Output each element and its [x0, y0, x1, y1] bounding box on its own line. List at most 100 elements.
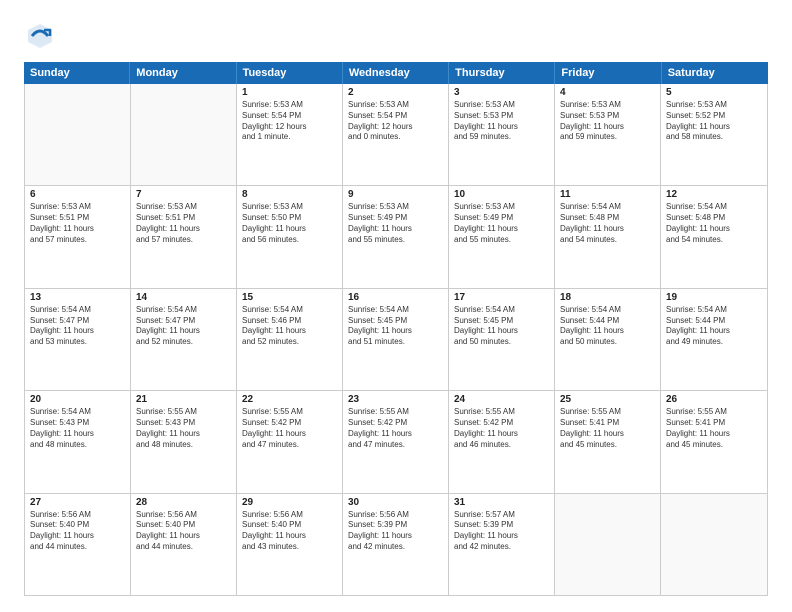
day-number-3: 3	[454, 87, 549, 98]
day-cell-16: 16 Sunrise: 5:54 AM Sunset: 5:45 PM Dayli…	[343, 289, 449, 390]
day-number-13: 13	[30, 292, 125, 303]
week-row-3: 13 Sunrise: 5:54 AM Sunset: 5:47 PM Dayli…	[25, 288, 767, 390]
day-number-27: 27	[30, 497, 125, 508]
day-number-1: 1	[242, 87, 337, 98]
header-saturday: Saturday	[662, 62, 768, 84]
day-detail-11: Sunrise: 5:54 AM Sunset: 5:48 PM Dayligh…	[560, 202, 655, 245]
day-number-22: 22	[242, 394, 337, 405]
day-detail-19: Sunrise: 5:54 AM Sunset: 5:44 PM Dayligh…	[666, 305, 762, 348]
day-cell-28: 28Sunrise: 5:56 AM Sunset: 5:40 PM Dayli…	[131, 494, 237, 595]
logo-icon	[24, 20, 56, 52]
day-number-11: 11	[560, 189, 655, 200]
day-number-14: 14	[136, 292, 231, 303]
day-detail-28: Sunrise: 5:56 AM Sunset: 5:40 PM Dayligh…	[136, 510, 231, 553]
header-monday: Monday	[130, 62, 236, 84]
calendar-body: 1 Sunrise: 5:53 AM Sunset: 5:54 PM Daylig…	[24, 84, 768, 596]
day-detail-2: Sunrise: 5:53 AM Sunset: 5:54 PM Dayligh…	[348, 100, 443, 143]
header-sunday: Sunday	[24, 62, 130, 84]
day-number-18: 18	[560, 292, 655, 303]
day-detail-20: Sunrise: 5:54 AM Sunset: 5:43 PM Dayligh…	[30, 407, 125, 450]
day-detail-18: Sunrise: 5:54 AM Sunset: 5:44 PM Dayligh…	[560, 305, 655, 348]
week-row-4: 20 Sunrise: 5:54 AM Sunset: 5:43 PM Dayli…	[25, 390, 767, 492]
day-number-6: 6	[30, 189, 125, 200]
day-number-10: 10	[454, 189, 549, 200]
empty-cell-0-0	[25, 84, 131, 185]
week-row-1: 1 Sunrise: 5:53 AM Sunset: 5:54 PM Daylig…	[25, 84, 767, 185]
page: Sunday Monday Tuesday Wednesday Thursday…	[0, 0, 792, 612]
day-number-26: 26	[666, 394, 762, 405]
header-tuesday: Tuesday	[237, 62, 343, 84]
day-cell-31: 31 Sunrise: 5:57 AM Sunset: 5:39 PM Dayli…	[449, 494, 555, 595]
day-number-9: 9	[348, 189, 443, 200]
day-detail-1: Sunrise: 5:53 AM Sunset: 5:54 PM Dayligh…	[242, 100, 337, 143]
day-cell-12: 12Sunrise: 5:54 AM Sunset: 5:48 PM Dayli…	[661, 186, 767, 287]
day-number-30: 30	[348, 497, 443, 508]
day-cell-14: 14 Sunrise: 5:54 AM Sunset: 5:47 PM Dayli…	[131, 289, 237, 390]
day-cell-27: 27 Sunrise: 5:56 AM Sunset: 5:40 PM Dayli…	[25, 494, 131, 595]
day-detail-12: Sunrise: 5:54 AM Sunset: 5:48 PM Dayligh…	[666, 202, 762, 245]
day-detail-24: Sunrise: 5:55 AM Sunset: 5:42 PM Dayligh…	[454, 407, 549, 450]
day-cell-26: 26Sunrise: 5:55 AM Sunset: 5:41 PM Dayli…	[661, 391, 767, 492]
empty-cell-4-5	[555, 494, 661, 595]
day-detail-31: Sunrise: 5:57 AM Sunset: 5:39 PM Dayligh…	[454, 510, 549, 553]
day-detail-30: Sunrise: 5:56 AM Sunset: 5:39 PM Dayligh…	[348, 510, 443, 553]
day-detail-17: Sunrise: 5:54 AM Sunset: 5:45 PM Dayligh…	[454, 305, 549, 348]
day-number-31: 31	[454, 497, 549, 508]
day-cell-3: 3Sunrise: 5:53 AM Sunset: 5:53 PM Daylig…	[449, 84, 555, 185]
day-detail-15: Sunrise: 5:54 AM Sunset: 5:46 PM Dayligh…	[242, 305, 337, 348]
week-row-2: 6 Sunrise: 5:53 AM Sunset: 5:51 PM Daylig…	[25, 185, 767, 287]
day-detail-29: Sunrise: 5:56 AM Sunset: 5:40 PM Dayligh…	[242, 510, 337, 553]
day-number-16: 16	[348, 292, 443, 303]
day-cell-1: 1 Sunrise: 5:53 AM Sunset: 5:54 PM Daylig…	[237, 84, 343, 185]
calendar: Sunday Monday Tuesday Wednesday Thursday…	[24, 62, 768, 596]
day-number-17: 17	[454, 292, 549, 303]
day-cell-10: 10 Sunrise: 5:53 AM Sunset: 5:49 PM Dayli…	[449, 186, 555, 287]
day-detail-27: Sunrise: 5:56 AM Sunset: 5:40 PM Dayligh…	[30, 510, 125, 553]
header-wednesday: Wednesday	[343, 62, 449, 84]
day-detail-21: Sunrise: 5:55 AM Sunset: 5:43 PM Dayligh…	[136, 407, 231, 450]
day-cell-18: 18 Sunrise: 5:54 AM Sunset: 5:44 PM Dayli…	[555, 289, 661, 390]
day-cell-11: 11 Sunrise: 5:54 AM Sunset: 5:48 PM Dayli…	[555, 186, 661, 287]
day-detail-8: Sunrise: 5:53 AM Sunset: 5:50 PM Dayligh…	[242, 202, 337, 245]
day-cell-13: 13 Sunrise: 5:54 AM Sunset: 5:47 PM Dayli…	[25, 289, 131, 390]
day-cell-4: 4 Sunrise: 5:53 AM Sunset: 5:53 PM Daylig…	[555, 84, 661, 185]
day-detail-23: Sunrise: 5:55 AM Sunset: 5:42 PM Dayligh…	[348, 407, 443, 450]
day-cell-24: 24 Sunrise: 5:55 AM Sunset: 5:42 PM Dayli…	[449, 391, 555, 492]
day-cell-23: 23Sunrise: 5:55 AM Sunset: 5:42 PM Dayli…	[343, 391, 449, 492]
day-number-7: 7	[136, 189, 231, 200]
day-number-21: 21	[136, 394, 231, 405]
day-detail-10: Sunrise: 5:53 AM Sunset: 5:49 PM Dayligh…	[454, 202, 549, 245]
empty-cell-0-1	[131, 84, 237, 185]
day-cell-2: 2Sunrise: 5:53 AM Sunset: 5:54 PM Daylig…	[343, 84, 449, 185]
day-cell-6: 6Sunrise: 5:53 AM Sunset: 5:51 PM Daylig…	[25, 186, 131, 287]
logo	[24, 20, 60, 52]
day-cell-22: 22 Sunrise: 5:55 AM Sunset: 5:42 PM Dayli…	[237, 391, 343, 492]
day-number-15: 15	[242, 292, 337, 303]
day-detail-7: Sunrise: 5:53 AM Sunset: 5:51 PM Dayligh…	[136, 202, 231, 245]
week-row-5: 27 Sunrise: 5:56 AM Sunset: 5:40 PM Dayli…	[25, 493, 767, 595]
header-thursday: Thursday	[449, 62, 555, 84]
day-detail-13: Sunrise: 5:54 AM Sunset: 5:47 PM Dayligh…	[30, 305, 125, 348]
day-detail-25: Sunrise: 5:55 AM Sunset: 5:41 PM Dayligh…	[560, 407, 655, 450]
day-number-24: 24	[454, 394, 549, 405]
day-number-4: 4	[560, 87, 655, 98]
day-number-5: 5	[666, 87, 762, 98]
day-detail-16: Sunrise: 5:54 AM Sunset: 5:45 PM Dayligh…	[348, 305, 443, 348]
day-cell-5: 5Sunrise: 5:53 AM Sunset: 5:52 PM Daylig…	[661, 84, 767, 185]
calendar-header: Sunday Monday Tuesday Wednesday Thursday…	[24, 62, 768, 84]
day-cell-17: 17 Sunrise: 5:54 AM Sunset: 5:45 PM Dayli…	[449, 289, 555, 390]
day-number-20: 20	[30, 394, 125, 405]
day-cell-7: 7 Sunrise: 5:53 AM Sunset: 5:51 PM Daylig…	[131, 186, 237, 287]
day-detail-14: Sunrise: 5:54 AM Sunset: 5:47 PM Dayligh…	[136, 305, 231, 348]
day-cell-8: 8 Sunrise: 5:53 AM Sunset: 5:50 PM Daylig…	[237, 186, 343, 287]
day-detail-22: Sunrise: 5:55 AM Sunset: 5:42 PM Dayligh…	[242, 407, 337, 450]
day-number-29: 29	[242, 497, 337, 508]
day-cell-9: 9Sunrise: 5:53 AM Sunset: 5:49 PM Daylig…	[343, 186, 449, 287]
day-cell-29: 29 Sunrise: 5:56 AM Sunset: 5:40 PM Dayli…	[237, 494, 343, 595]
day-cell-20: 20 Sunrise: 5:54 AM Sunset: 5:43 PM Dayli…	[25, 391, 131, 492]
day-detail-4: Sunrise: 5:53 AM Sunset: 5:53 PM Dayligh…	[560, 100, 655, 143]
day-number-8: 8	[242, 189, 337, 200]
day-cell-25: 25Sunrise: 5:55 AM Sunset: 5:41 PM Dayli…	[555, 391, 661, 492]
day-cell-21: 21 Sunrise: 5:55 AM Sunset: 5:43 PM Dayli…	[131, 391, 237, 492]
day-number-19: 19	[666, 292, 762, 303]
